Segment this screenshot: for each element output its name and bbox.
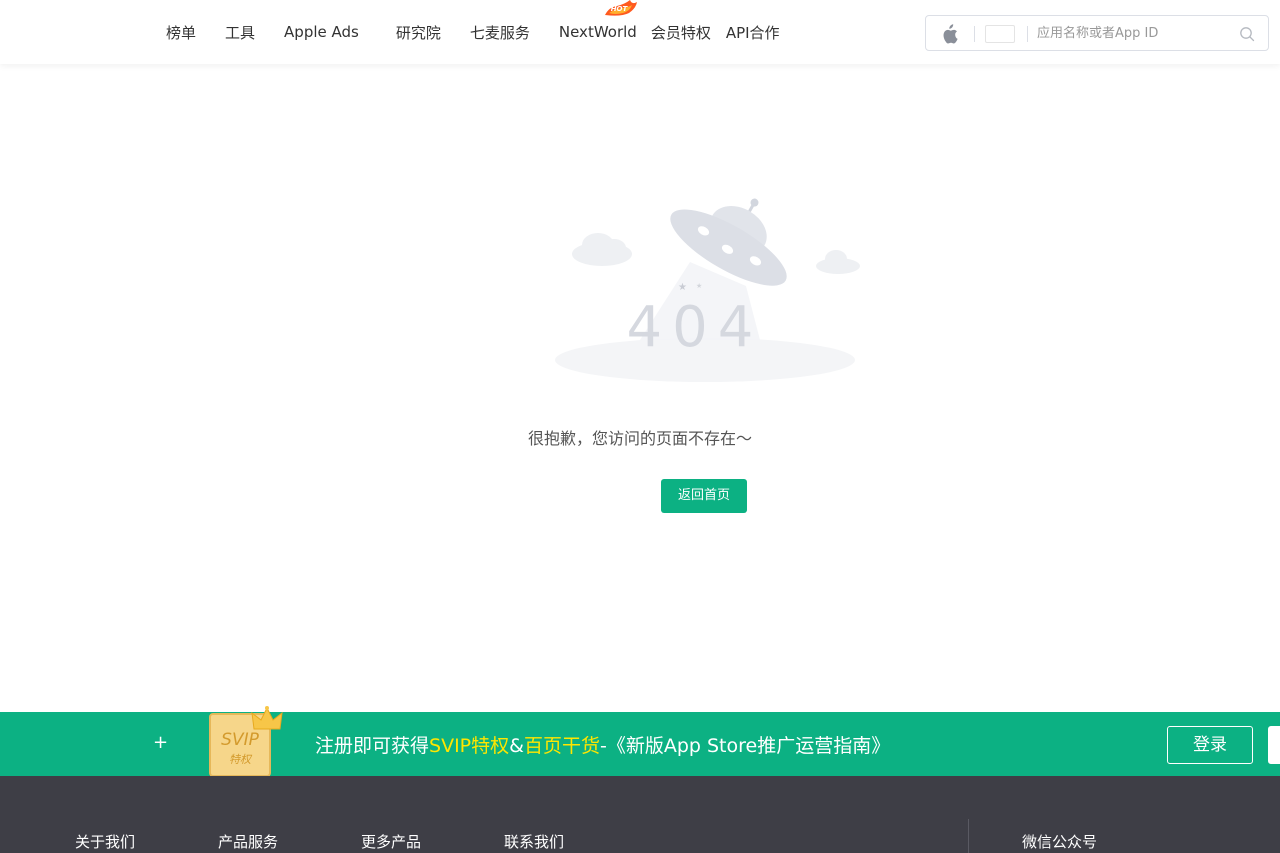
crown-icon [251,706,283,730]
nav-item-apple-ads[interactable]: Apple Ads [284,23,359,41]
top-header: 榜单 工具 Apple Ads 研究院 七麦服务 NextWorld HOT 会… [0,0,1280,64]
error-code: 404 [627,295,764,360]
site-footer: 关于我们 产品服务 更多产品 联系我们 微信公众号 [0,776,1280,853]
cloud-left [572,233,632,266]
footer-more-products: 更多产品 [361,833,422,851]
apple-icon[interactable] [940,24,958,44]
nav-item-rankings[interactable]: 榜单 [166,22,196,43]
cloud-right [816,250,860,274]
promo-text-prefix: 注册即可获得 [315,735,430,757]
footer-contact-us: 联系我们 [504,833,565,851]
footer-about-us: 关于我们 [75,833,136,851]
promo-highlight-svip: SVIP特权 [429,735,510,757]
nav-item-api[interactable]: API合作 [726,22,780,43]
nav-item-research[interactable]: 研究院 [396,22,441,43]
hot-badge-text: HOT [611,5,629,13]
search-separator [974,26,975,42]
svg-text:★: ★ [696,282,702,290]
login-button[interactable]: 登录 [1167,726,1253,764]
svip-badge-subtitle: 特权 [229,753,253,766]
app-search-box [925,15,1269,51]
back-home-button[interactable]: 返回首页 [661,479,747,513]
promo-text: 注册即可获得SVIP特权&百页干货-《新版App Store推广运营指南》 [315,731,890,758]
nav-item-nextworld[interactable]: NextWorld HOT [558,0,637,41]
main-nav: 榜单 工具 Apple Ads 研究院 七麦服务 NextWorld HOT 会… [166,0,780,64]
not-found-illustration: ★ ★ 404 [555,198,860,382]
promo-amp: & [509,735,524,757]
svip-badge-title: SVIP [221,730,259,750]
hot-flame-icon: HOT [604,0,637,16]
footer-products-services: 产品服务 [218,833,279,851]
plus-icon[interactable]: + [153,732,168,753]
search-icon[interactable] [1239,26,1255,42]
country-selector[interactable] [985,25,1015,43]
footer-wechat-title: 微信公众号 [1022,833,1098,851]
footer-divider [968,819,969,853]
search-separator [1027,26,1028,42]
nav-item-services[interactable]: 七麦服务 [470,22,530,43]
nav-item-membership[interactable]: 会员特权 [651,22,711,43]
promo-highlight-guide: 百页干货 [523,735,600,757]
nav-item-tools[interactable]: 工具 [225,22,255,43]
svg-text:★: ★ [678,282,687,293]
register-promo-bar: + 注册即可获得SVIP特权&百页干货-《新版App Store推广运营指南》 … [0,712,1280,776]
promo-text-suffix: -《新版App Store推广运营指南》 [599,735,891,757]
search-input[interactable] [1037,16,1227,50]
nav-item-nextworld-label: NextWorld [558,23,637,41]
error-message: 很抱歉，您访问的页面不存在～ [527,429,752,448]
register-button[interactable] [1268,726,1280,764]
